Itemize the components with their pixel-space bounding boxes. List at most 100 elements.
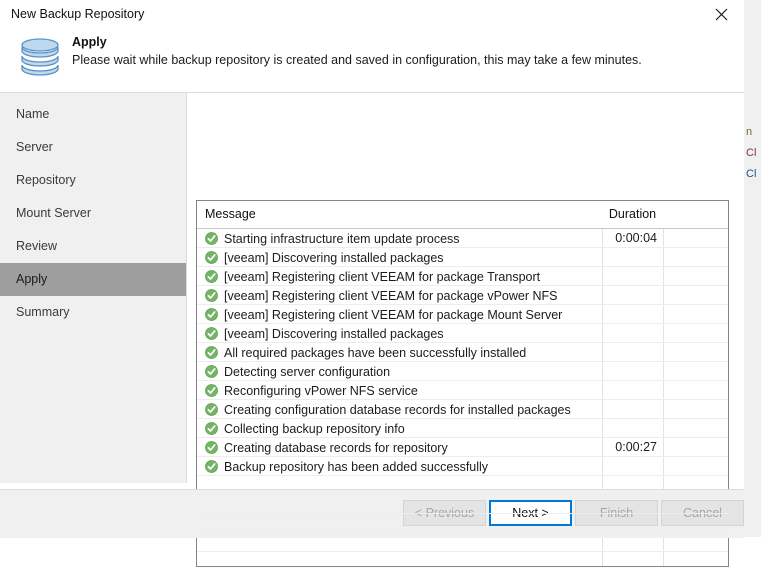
message-cell: Detecting server configuration xyxy=(205,363,597,380)
duration-cell xyxy=(603,496,657,513)
database-repository-icon xyxy=(16,33,64,85)
success-check-icon xyxy=(205,346,218,359)
message-cell: [veeam] Registering client VEEAM for pac… xyxy=(205,268,597,285)
sidebar-item-repository[interactable]: Repository xyxy=(0,164,186,197)
sidebar-item-server[interactable]: Server xyxy=(0,131,186,164)
table-row[interactable]: All required packages have been successf… xyxy=(197,343,728,362)
duration-cell: 0:00:27 xyxy=(603,439,657,456)
progress-message-grid[interactable]: Message Duration Starting infrastructure… xyxy=(196,200,729,567)
message-cell xyxy=(205,496,597,513)
message-text: Starting infrastructure item update proc… xyxy=(224,232,460,246)
wizard-step-list: NameServerRepositoryMount ServerReviewAp… xyxy=(0,93,186,329)
table-row[interactable]: [veeam] Registering client VEEAM for pac… xyxy=(197,305,728,324)
message-cell: Creating database records for repository xyxy=(205,439,597,456)
table-row[interactable]: [veeam] Discovering installed packages xyxy=(197,324,728,343)
table-row[interactable] xyxy=(197,514,728,533)
success-check-icon xyxy=(205,422,218,435)
sidebar-item-mount-server[interactable]: Mount Server xyxy=(0,197,186,230)
message-cell: [veeam] Discovering installed packages xyxy=(205,325,597,342)
table-row[interactable] xyxy=(197,476,728,495)
page-title: Apply xyxy=(72,35,642,49)
message-cell: Starting infrastructure item update proc… xyxy=(205,230,597,247)
background-window-edge: n Cl Cl xyxy=(743,0,761,537)
table-row[interactable]: Detecting server configuration xyxy=(197,362,728,381)
page-subtitle: Please wait while backup repository is c… xyxy=(72,53,642,67)
window-title: New Backup Repository xyxy=(11,7,144,21)
duration-cell xyxy=(603,477,657,494)
message-text: Reconfiguring vPower NFS service xyxy=(224,384,418,398)
success-check-icon xyxy=(205,232,218,245)
sidebar-item-summary[interactable]: Summary xyxy=(0,296,186,329)
table-row[interactable]: Reconfiguring vPower NFS service xyxy=(197,381,728,400)
column-header-message[interactable]: Message xyxy=(205,207,256,221)
duration-cell xyxy=(603,363,657,380)
success-check-icon xyxy=(205,460,218,473)
table-row[interactable] xyxy=(197,552,728,567)
header-text-block: Apply Please wait while backup repositor… xyxy=(72,35,642,67)
message-cell: Creating configuration database records … xyxy=(205,401,597,418)
message-cell: Collecting backup repository info xyxy=(205,420,597,437)
table-row[interactable]: Creating database records for repository… xyxy=(197,438,728,457)
success-check-icon xyxy=(205,365,218,378)
duration-cell xyxy=(603,306,657,323)
success-check-icon xyxy=(205,384,218,397)
title-bar: New Backup Repository xyxy=(0,0,744,31)
success-check-icon xyxy=(205,270,218,283)
background-text-fragment: Cl xyxy=(746,147,756,159)
dialog-header: Apply Please wait while backup repositor… xyxy=(0,31,744,93)
message-text: Creating configuration database records … xyxy=(224,403,571,417)
duration-cell xyxy=(603,325,657,342)
grid-header-row: Message Duration xyxy=(197,201,728,229)
duration-cell xyxy=(603,458,657,475)
table-row[interactable]: Starting infrastructure item update proc… xyxy=(197,229,728,248)
message-text: [veeam] Discovering installed packages xyxy=(224,327,444,341)
table-row[interactable]: Creating configuration database records … xyxy=(197,400,728,419)
table-row[interactable] xyxy=(197,533,728,552)
message-text: [veeam] Registering client VEEAM for pac… xyxy=(224,270,540,284)
close-icon[interactable] xyxy=(699,0,744,29)
sidebar-item-apply[interactable]: Apply xyxy=(0,263,186,296)
duration-cell xyxy=(603,553,657,567)
table-row[interactable]: [veeam] Registering client VEEAM for pac… xyxy=(197,286,728,305)
message-text: [veeam] Registering client VEEAM for pac… xyxy=(224,289,557,303)
duration-cell xyxy=(603,287,657,304)
message-text: [veeam] Registering client VEEAM for pac… xyxy=(224,308,562,322)
table-row[interactable]: Backup repository has been added success… xyxy=(197,457,728,476)
column-header-duration[interactable]: Duration xyxy=(602,207,663,221)
success-check-icon xyxy=(205,327,218,340)
message-cell: [veeam] Registering client VEEAM for pac… xyxy=(205,306,597,323)
duration-cell xyxy=(603,515,657,532)
wizard-step-sidebar: NameServerRepositoryMount ServerReviewAp… xyxy=(0,93,187,483)
message-text: Detecting server configuration xyxy=(224,365,390,379)
message-cell: [veeam] Registering client VEEAM for pac… xyxy=(205,287,597,304)
message-cell xyxy=(205,553,597,567)
new-backup-repository-dialog: New Backup Repository Apply Please wait … xyxy=(0,0,744,537)
message-text: [veeam] Discovering installed packages xyxy=(224,251,444,265)
grid-inner: Message Duration Starting infrastructure… xyxy=(197,201,728,566)
message-cell xyxy=(205,477,597,494)
message-text: All required packages have been successf… xyxy=(224,346,526,360)
duration-cell xyxy=(603,249,657,266)
background-text-fragment: Cl xyxy=(746,168,756,180)
table-row[interactable]: [veeam] Registering client VEEAM for pac… xyxy=(197,267,728,286)
success-check-icon xyxy=(205,251,218,264)
message-cell: Backup repository has been added success… xyxy=(205,458,597,475)
table-row[interactable]: Collecting backup repository info xyxy=(197,419,728,438)
message-text: Collecting backup repository info xyxy=(224,422,405,436)
sidebar-item-name[interactable]: Name xyxy=(0,98,186,131)
success-check-icon xyxy=(205,403,218,416)
sidebar-item-review[interactable]: Review xyxy=(0,230,186,263)
background-text-fragment: n xyxy=(746,126,752,138)
table-row[interactable] xyxy=(197,495,728,514)
dialog-body: NameServerRepositoryMount ServerReviewAp… xyxy=(0,93,744,538)
success-check-icon xyxy=(205,441,218,454)
duration-cell: 0:00:04 xyxy=(603,230,657,247)
duration-cell xyxy=(603,420,657,437)
table-row[interactable]: [veeam] Discovering installed packages xyxy=(197,248,728,267)
duration-cell xyxy=(603,382,657,399)
message-cell xyxy=(205,515,597,532)
message-cell: All required packages have been successf… xyxy=(205,344,597,361)
success-check-icon xyxy=(205,308,218,321)
message-text: Backup repository has been added success… xyxy=(224,460,488,474)
duration-cell xyxy=(603,401,657,418)
